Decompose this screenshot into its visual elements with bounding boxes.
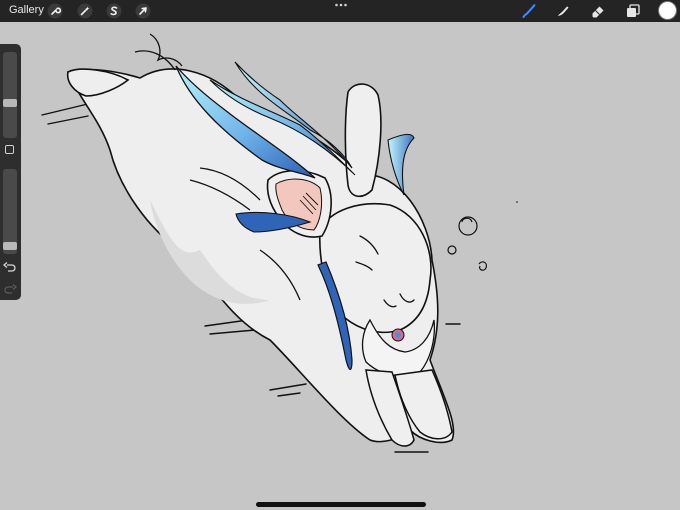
color-swatch[interactable] <box>659 2 676 19</box>
square-modifier-icon[interactable] <box>5 145 14 154</box>
redo-icon[interactable] <box>3 284 17 296</box>
drawing-canvas[interactable] <box>0 22 680 510</box>
home-indicator[interactable] <box>256 502 426 507</box>
opacity-thumb[interactable] <box>3 242 17 250</box>
gallery-button[interactable]: Gallery <box>9 4 44 16</box>
side-toolbar <box>0 44 21 300</box>
opacity-slider[interactable] <box>3 169 17 254</box>
rabbit-drawing <box>41 33 518 453</box>
smudge-icon[interactable] <box>555 3 571 19</box>
layers-icon[interactable] <box>625 3 641 19</box>
undo-icon[interactable] <box>3 262 17 274</box>
eraser-icon[interactable] <box>590 3 606 19</box>
ellipsis-icon[interactable] <box>334 1 348 9</box>
selection-s-icon[interactable] <box>106 3 122 19</box>
wrench-icon[interactable] <box>47 3 63 19</box>
brush-size-thumb[interactable] <box>3 99 17 107</box>
brush-icon[interactable] <box>521 3 537 19</box>
magic-wand-icon[interactable] <box>77 3 93 19</box>
arrow-cursor-icon[interactable] <box>135 3 151 19</box>
brush-size-slider[interactable] <box>3 52 17 138</box>
top-toolbar: Gallery <box>0 0 680 22</box>
